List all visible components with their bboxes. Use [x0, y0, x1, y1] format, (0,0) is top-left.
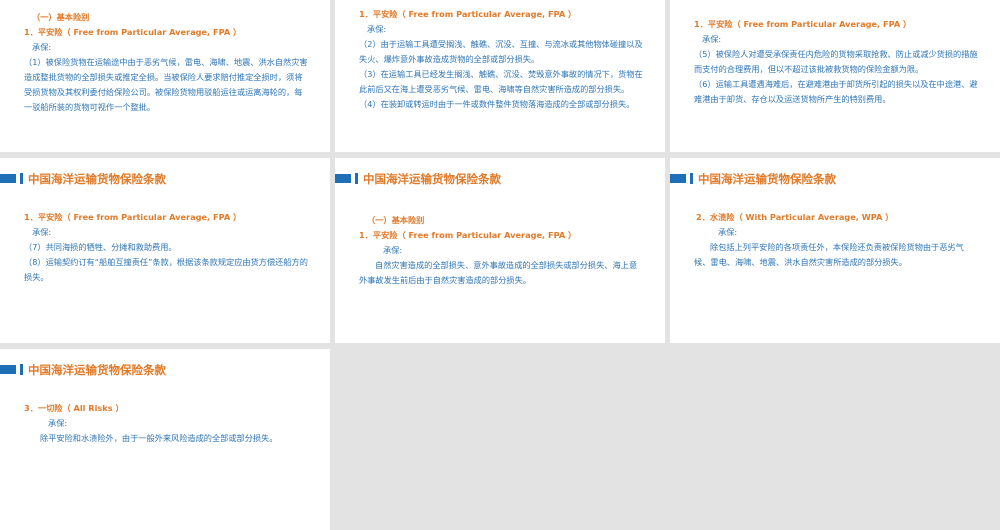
- slide-thumbnail-4[interactable]: 中国海洋运输货物保险条款 1．平安险（ Free from Particular…: [0, 158, 330, 343]
- slide-thumbnail-2[interactable]: 1．平安险（ Free from Particular Average, FPA…: [335, 0, 665, 152]
- header-accent-block: [0, 174, 16, 183]
- clause-paragraph: （5）被保险人对遭受承保责任内危险的货物采取抢救、防止或减少货损的措施而支付的合…: [694, 49, 978, 74]
- slide-thumbnail-7[interactable]: 中国海洋运输货物保险条款 3．一切险（ All Risks ） 承保: 除平安险…: [0, 349, 330, 530]
- slide-header: 中国海洋运输货物保险条款: [335, 172, 665, 186]
- covers-label: 承保:: [48, 418, 68, 428]
- clause-heading: 1．平安险（ Free from Particular Average, FPA…: [359, 9, 577, 19]
- header-accent-block: [0, 365, 16, 374]
- clause-heading: 1．平安险（ Free from Particular Average, FPA…: [694, 19, 912, 29]
- header-accent-bar: [20, 173, 23, 184]
- slide-body: 1．平安险（ Free from Particular Average, FPA…: [359, 7, 645, 112]
- slide-body: 1．平安险（ Free from Particular Average, FPA…: [24, 210, 310, 285]
- slide-header: 中国海洋运输货物保险条款: [0, 172, 330, 186]
- slide-title: 中国海洋运输货物保险条款: [363, 172, 501, 186]
- slide-header: 中国海洋运输货物保险条款: [0, 363, 330, 377]
- slide-title: 中国海洋运输货物保险条款: [28, 172, 166, 186]
- header-accent-bar: [20, 364, 23, 375]
- slide-thumbnail-1[interactable]: （一）基本险别 1．平安险（ Free from Particular Aver…: [0, 0, 330, 152]
- header-accent-block: [670, 174, 686, 183]
- covers-label: 承保:: [32, 42, 52, 52]
- clause-paragraph: 除包括上列平安险的各项责任外，本保险还负责被保险货物由于恶劣气候、雷电、海啸、地…: [694, 242, 964, 267]
- slide-title: 中国海洋运输货物保险条款: [28, 363, 166, 377]
- covers-label: 承保:: [32, 227, 52, 237]
- clause-paragraph: （1）被保险货物在运输途中由于恶劣气候，雷电、海啸、地震、洪水自然灾害造成整批货…: [24, 57, 308, 112]
- slide-body: 2．水渍险（ With Particular Average, WPA ） 承保…: [694, 210, 980, 270]
- header-accent-bar: [690, 173, 693, 184]
- clause-heading: 1．平安险（ Free from Particular Average, FPA…: [24, 27, 242, 37]
- slide-thumbnail-6[interactable]: 中国海洋运输货物保险条款 2．水渍险（ With Particular Aver…: [670, 158, 1000, 343]
- covers-label: 承保:: [383, 245, 403, 255]
- slide-title: 中国海洋运输货物保险条款: [698, 172, 836, 186]
- clause-paragraph: （8）运输契约订有“船舶互撞责任”条款，根据该条款规定应由货方偿还船方的损失。: [24, 257, 308, 282]
- clause-heading: 1．平安险（ Free from Particular Average, FPA…: [24, 212, 242, 222]
- clause-paragraph: 除平安险和水渍险外，由于一般外来风险造成的全部或部分损失。: [40, 433, 278, 443]
- clause-paragraph: （7）共同海损的牺牲、分摊和救助费用。: [24, 242, 177, 252]
- header-accent-block: [335, 174, 351, 183]
- clause-paragraph: （2）由于运输工具遭受搁浅、触礁、沉没、互撞、与流冰或其他物体碰撞以及失火、爆炸…: [359, 39, 643, 64]
- slide-thumbnail-5[interactable]: 中国海洋运输货物保险条款 （一）基本险别 1．平安险（ Free from Pa…: [335, 158, 665, 343]
- slide-body: （一）基本险别 1．平安险（ Free from Particular Aver…: [359, 213, 645, 288]
- clause-heading: 3．一切险（ All Risks ）: [24, 403, 124, 413]
- header-accent-bar: [355, 173, 358, 184]
- slide-body: （一）基本险别 1．平安险（ Free from Particular Aver…: [24, 10, 310, 115]
- clause-paragraph: （6）运输工具遭遇海难后，在避难港由于卸货所引起的损失以及在中途港、避难港由于卸…: [694, 79, 978, 104]
- clause-heading: 2．水渍险（ With Particular Average, WPA ）: [696, 212, 894, 222]
- slide-body: 1．平安险（ Free from Particular Average, FPA…: [694, 17, 980, 107]
- slide-thumbnail-3[interactable]: 1．平安险（ Free from Particular Average, FPA…: [670, 0, 1000, 152]
- slide-body: 3．一切险（ All Risks ） 承保: 除平安险和水渍险外，由于一般外来风…: [24, 401, 310, 446]
- clause-paragraph: 自然灾害造成的全部损失、意外事故造成的全部损失或部分损失、海上意外事故发生前后由…: [359, 260, 638, 285]
- clause-paragraph: （4）在装卸或转运时由于一件或数件整件货物落海造成的全部或部分损失。: [359, 99, 635, 109]
- covers-label: 承保:: [367, 24, 387, 34]
- clause-paragraph: （3）在运输工具已经发生搁浅、触礁、沉没、焚毁意外事故的情况下，货物在此前后又在…: [359, 69, 643, 94]
- covers-label: 承保:: [718, 227, 738, 237]
- clause-heading: 1．平安险（ Free from Particular Average, FPA…: [359, 230, 577, 240]
- section-heading: （一）基本险别: [367, 215, 425, 225]
- covers-label: 承保:: [702, 34, 722, 44]
- slide-header: 中国海洋运输货物保险条款: [670, 172, 1000, 186]
- section-heading: （一）基本险别: [32, 12, 90, 22]
